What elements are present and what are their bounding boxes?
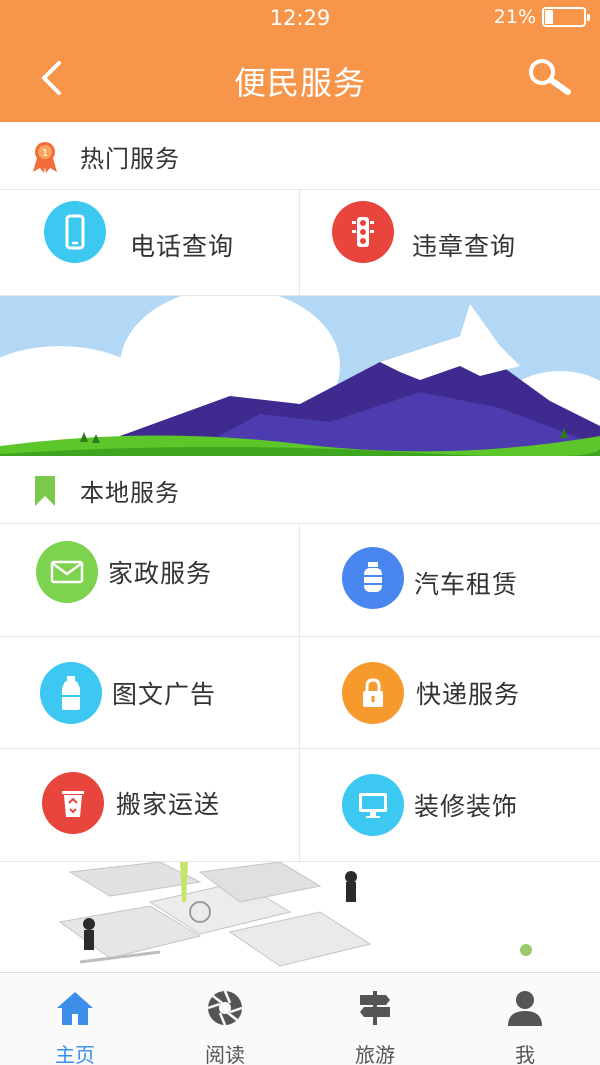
hot-section-header: 1 热门服务 <box>0 124 600 190</box>
service-express-delivery[interactable]: 快递服务 <box>300 637 600 748</box>
water-bottle-icon <box>40 661 102 724</box>
service-label: 快递服务 <box>416 679 521 709</box>
aperture-icon <box>205 989 245 1027</box>
award-ribbon-icon: 1 <box>30 140 60 174</box>
local-section-header: 本地服务 <box>0 458 600 524</box>
battery-fill <box>545 10 554 24</box>
local-section-title: 本地服务 <box>80 479 180 507</box>
service-housekeeping[interactable]: 家政服务 <box>0 524 300 636</box>
lock-icon <box>342 661 404 724</box>
traffic-light-icon <box>332 201 394 263</box>
local-services-row-2: 图文广告 快递服务 <box>0 637 600 749</box>
service-phone-query[interactable]: 电话查询 <box>0 189 300 295</box>
phone-icon <box>44 201 106 263</box>
service-label: 装修装饰 <box>414 792 519 821</box>
battery-percent: 21% <box>493 6 536 28</box>
mountain-illustration <box>0 296 600 456</box>
search-icon <box>529 59 571 95</box>
service-moving[interactable]: 搬家运送 <box>0 749 300 861</box>
status-battery: 21% <box>493 6 590 28</box>
keyboard-illustration <box>0 862 600 972</box>
local-services-row-3: 搬家运送 装修装饰 <box>0 749 600 862</box>
envelope-icon <box>36 541 98 603</box>
hot-services-row: 电话查询 违章查询 <box>0 189 600 296</box>
service-label: 搬家运送 <box>116 790 221 819</box>
tab-travel[interactable]: 旅游 <box>300 973 450 1065</box>
hot-section-title: 热门服务 <box>80 145 180 173</box>
tab-label: 主页 <box>55 1043 95 1065</box>
page-title: 便民服务 <box>233 64 366 102</box>
service-violation-query[interactable]: 违章查询 <box>300 189 600 295</box>
tab-label: 旅游 <box>355 1043 395 1065</box>
svg-text:1: 1 <box>42 148 48 159</box>
battery-icon <box>542 7 590 27</box>
tab-label: 我 <box>515 1043 535 1065</box>
gas-tank-icon <box>342 547 404 609</box>
keyboard-banner[interactable] <box>0 862 600 972</box>
search-button[interactable] <box>522 52 574 100</box>
user-icon <box>505 989 545 1027</box>
tab-home[interactable]: 主页 <box>0 973 150 1065</box>
service-label: 电话查询 <box>130 232 235 261</box>
service-label: 违章查询 <box>412 232 517 261</box>
service-label: 汽车租赁 <box>414 570 519 599</box>
service-car-rental[interactable]: 汽车租赁 <box>300 524 600 636</box>
mountain-banner[interactable] <box>0 296 600 456</box>
service-label: 图文广告 <box>112 679 217 709</box>
recycle-bin-icon <box>42 772 104 834</box>
tab-reading[interactable]: 阅读 <box>150 973 300 1065</box>
service-graphic-ads[interactable]: 图文广告 <box>0 637 300 748</box>
home-icon <box>55 989 95 1027</box>
monitor-icon <box>342 774 404 836</box>
tab-label: 阅读 <box>205 1043 245 1065</box>
signpost-icon <box>355 989 395 1027</box>
bookmark-icon <box>30 474 60 508</box>
service-decoration[interactable]: 装修装饰 <box>300 749 600 861</box>
nav-header: 12:29 21% 便民服务 <box>0 0 600 122</box>
tab-me[interactable]: 我 <box>450 973 600 1065</box>
local-services-row-1: 家政服务 汽车租赁 <box>0 524 600 637</box>
service-label: 家政服务 <box>108 559 213 588</box>
bottom-tab-bar: 主页 阅读 旅游 我 <box>0 972 600 1065</box>
